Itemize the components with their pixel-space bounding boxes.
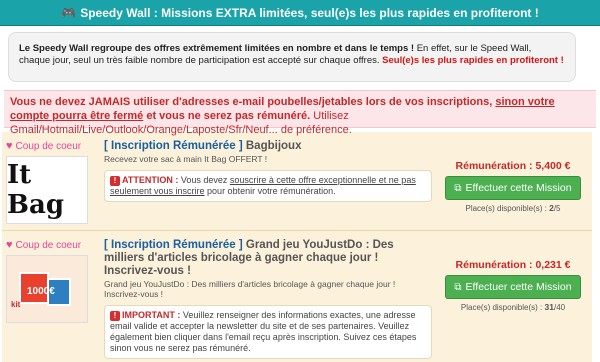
button-label: Effectuer cette Mission (465, 182, 572, 194)
intro-box: Le Speedy Wall regroupe des offres extrê… (8, 32, 576, 82)
badge-label: Coup de coeur (15, 239, 82, 251)
places-label: Place(s) disponible(s) : (465, 204, 547, 213)
heart-icon: ♥ (6, 239, 13, 251)
remuneration: Rémunération : 0,231 € (455, 259, 571, 271)
offer-tag: [ Inscription Rémunérée ] (104, 140, 243, 152)
intro-red: Seul(e)s les plus rapides en profiteront… (382, 55, 564, 66)
heart-icon: ♥ (6, 140, 13, 152)
offer-description: Grand jeu YouJustDo : Des milliers d'art… (104, 279, 396, 299)
offer-name: Bagbijoux (245, 140, 302, 152)
effectuer-mission-button[interactable]: ⧉ Effectuer cette Mission (445, 275, 581, 299)
email-warning: Vous ne devez JAMAIS utiliser d'adresses… (4, 90, 596, 136)
button-label: Effectuer cette Mission (465, 281, 572, 293)
offer-thumbnail[interactable]: It Bag (6, 156, 88, 224)
offer-tag: [ Inscription Rémunérée ] (104, 239, 243, 251)
effectuer-mission-button[interactable]: ⧉ Effectuer cette Mission (445, 176, 581, 200)
banner-title: Speedy Wall : Missions EXTRA limitées, s… (80, 5, 539, 20)
bricolage-image: 1000€ kit (7, 256, 87, 322)
thumb-amount: 1000€ (27, 286, 55, 297)
offer-title[interactable]: [ Inscription Rémunérée ] Grand jeu YouJ… (104, 239, 432, 278)
exclamation-icon: ! (110, 176, 120, 186)
external-link-icon: ⧉ (454, 281, 462, 293)
offer-alert: ! IMPORTANT : Veuillez renseigner des inf… (104, 305, 432, 359)
itbag-logo: It Bag (7, 160, 65, 220)
exclamation-icon: ! (110, 311, 120, 321)
remuneration: Rémunération : 5,400 € (455, 160, 571, 172)
external-link-icon: ⧉ (454, 182, 462, 194)
alert-label: ATTENTION : (122, 175, 179, 185)
places-label: Place(s) disponible(s) : (460, 303, 543, 312)
places-disponibles: Place(s) disponible(s) : 2/5 (438, 203, 588, 213)
places-total: /40 (553, 303, 566, 312)
places-available: 31 (544, 302, 554, 312)
places-total: /5 (553, 204, 561, 213)
alert-text-2: pour obtenir votre rémunération. (204, 186, 336, 196)
top-banner: 🎮 Speedy Wall : Missions EXTRA limitées,… (0, 0, 600, 26)
warning-text-2: et vous ne serez pas rémunéré. (143, 110, 311, 122)
offer-alert: ! ATTENTION : Vous devez souscrire à cett… (104, 170, 432, 202)
badge-label: Coup de coeur (15, 140, 82, 152)
offer-item: ♥ Coup de coeur 1000€ kit [ Inscription … (2, 231, 592, 362)
offer-thumbnail[interactable]: 1000€ kit (6, 255, 88, 323)
offer-item: ♥ Coup de coeur It Bag [ Inscription Rém… (2, 132, 592, 231)
alert-text: Vous devez (178, 175, 230, 185)
intro-bold: Le Speedy Wall regroupe des offres extrê… (19, 43, 415, 54)
coup-de-coeur-badge: ♥ Coup de coeur (6, 239, 104, 251)
offers-list: ♥ Coup de coeur It Bag [ Inscription Rém… (2, 132, 592, 362)
coup-de-coeur-badge: ♥ Coup de coeur (6, 140, 104, 152)
warning-text-1: Vous ne devez JAMAIS utiliser d'adresses… (10, 96, 496, 108)
thumb-kit: kit (11, 300, 21, 309)
alert-label: IMPORTANT : (122, 310, 181, 320)
offer-description: Recevez votre sac à main It Bag OFFERT ! (104, 154, 268, 164)
gamepad-icon: 🎮 (61, 5, 77, 20)
offer-title[interactable]: [ Inscription Rémunérée ] Bagbijoux (104, 140, 432, 153)
places-disponibles: Place(s) disponible(s) : 31/40 (438, 302, 588, 312)
